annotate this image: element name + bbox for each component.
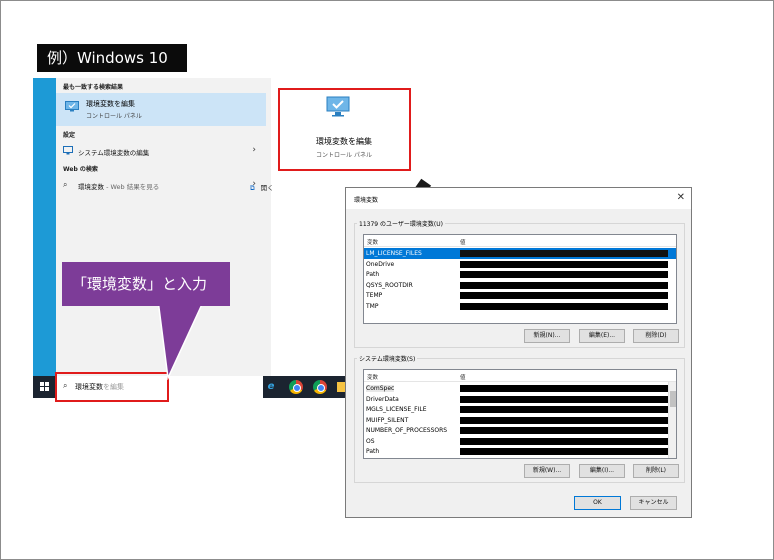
best-match-title: 環境変数を編集 (86, 100, 135, 108)
variable-value-redacted (460, 427, 668, 434)
variable-name: Path (366, 271, 380, 278)
web-result-query: 環境変数 (78, 183, 104, 191)
list-item[interactable]: TMP (364, 301, 676, 312)
web-result-suffix: - Web 結果を見る (104, 183, 160, 191)
variable-value-redacted (460, 448, 668, 455)
list-item[interactable]: TEMP (364, 290, 676, 301)
variable-value-redacted (460, 281, 668, 289)
variable-value-redacted (460, 395, 668, 403)
column-header-variable[interactable]: 変数 (367, 238, 378, 246)
monitor-settings-icon (63, 146, 73, 155)
list-item[interactable]: DriverData (364, 394, 676, 405)
user-variables-list[interactable]: 変数 値 LM_LICENSE_FILES OneDrive Path QSYS… (363, 234, 677, 324)
list-item[interactable]: MGLS_LICENSE_FILE (364, 404, 676, 415)
settings-result-label: システム環境変数の編集 (78, 149, 150, 157)
variable-name: DriverData (366, 395, 399, 403)
variable-name: Path (366, 448, 380, 455)
variable-value-redacted (460, 406, 668, 413)
cancel-button[interactable]: キャンセル (630, 496, 677, 510)
variable-name: MUIFP_SILENT (366, 416, 409, 424)
close-icon[interactable]: ✕ (677, 192, 685, 203)
web-search-header: Web の検索 (63, 166, 98, 173)
list-item[interactable]: ComSpec (364, 383, 676, 394)
list-item[interactable]: MUIFP_SILENT (364, 415, 676, 426)
system-edit-button[interactable]: 編集(I)... (579, 464, 625, 478)
windows-start-icon[interactable] (40, 382, 50, 392)
chevron-right-icon[interactable]: › (252, 145, 256, 155)
system-variables-list[interactable]: 変数 値 ComSpec DriverData MGLS_LICENSE_FIL… (363, 369, 677, 459)
system-variables-label: システム環境変数(S) (357, 354, 418, 363)
variable-name: TMP (366, 302, 379, 310)
column-header-variable[interactable]: 変数 (367, 373, 378, 381)
list-item[interactable]: OS (364, 436, 676, 447)
list-item[interactable]: Path (364, 269, 676, 280)
variable-value-redacted (460, 416, 668, 424)
system-delete-button[interactable]: 削除(L) (633, 464, 679, 478)
settings-header: 設定 (63, 132, 76, 139)
best-match-header: 最も一致する検索結果 (63, 84, 124, 91)
user-edit-button[interactable]: 編集(E)... (579, 329, 625, 343)
task-view-icon[interactable]: ⊞ (240, 380, 254, 394)
environment-variables-dialog: 環境変数 ✕ 11379 のユーザー環境変数(U) 変数 値 LM_LICENS… (345, 187, 692, 518)
variable-value-redacted (460, 250, 668, 257)
list-item[interactable]: LM_LICENSE_FILES (364, 248, 676, 259)
callout-pointer (157, 300, 205, 380)
variable-name: TEMP (366, 292, 383, 299)
search-icon: ⌕ (63, 180, 68, 189)
list-item[interactable]: OneDrive (364, 259, 676, 270)
list-item[interactable]: NUMBER_OF_PROCESSORS (364, 425, 676, 436)
chrome-icon[interactable] (313, 380, 327, 394)
column-header-value[interactable]: 値 (460, 238, 466, 246)
system-new-button[interactable]: 新規(W)... (524, 464, 570, 478)
accent-strip (33, 78, 56, 376)
column-header-value[interactable]: 値 (460, 373, 466, 381)
vertical-scrollbar[interactable] (668, 382, 676, 458)
list-item[interactable]: Path (364, 446, 676, 457)
instruction-callout: 「環境変数」と入力 (62, 262, 230, 306)
web-result-item[interactable]: ⌕ 環境変数 - Web 結果を見る › (56, 178, 266, 192)
dialog-title-bar: 環境変数 ✕ (346, 188, 691, 209)
scrollbar-thumb[interactable] (670, 391, 676, 407)
user-new-button[interactable]: 新規(N)... (524, 329, 570, 343)
open-action[interactable]: ⧉ 開く (250, 182, 274, 193)
variable-value-redacted (460, 385, 668, 392)
variable-name: NUMBER_OF_PROCESSORS (366, 427, 448, 434)
settings-result-item[interactable]: システム環境変数の編集 › (56, 144, 266, 158)
open-action-label: 開く (260, 184, 274, 192)
dialog-title: 環境変数 (354, 197, 379, 204)
open-window-icon: ⧉ (250, 184, 255, 192)
variable-name: ComSpec (366, 385, 395, 392)
variable-name: OneDrive (366, 260, 395, 268)
best-match-result[interactable]: 環境変数を編集 コントロール パネル (56, 93, 266, 126)
variable-value-redacted (460, 292, 668, 299)
variable-name: QSYS_ROOTDIR (366, 281, 413, 289)
ok-button[interactable]: OK (574, 496, 621, 510)
monitor-check-icon (65, 101, 79, 112)
chrome-icon[interactable] (289, 380, 303, 394)
user-delete-button[interactable]: 削除(D) (633, 329, 679, 343)
variable-value-redacted (460, 271, 668, 278)
user-variables-label: 11379 のユーザー環境変数(U) (357, 219, 445, 228)
variable-name: OS (366, 437, 375, 445)
edge-icon[interactable]: e (264, 380, 278, 394)
variable-name: LM_LICENSE_FILES (366, 250, 422, 257)
variable-value-redacted (460, 437, 668, 445)
best-match-subtitle: コントロール パネル (86, 113, 142, 120)
example-tag: 例）Windows 10 (37, 44, 187, 72)
highlight-preview (278, 88, 411, 171)
variable-value-redacted (460, 302, 668, 310)
variable-name: MGLS_LICENSE_FILE (366, 406, 427, 413)
web-result-label: 環境変数 - Web 結果を見る (78, 181, 159, 191)
variable-value-redacted (460, 260, 668, 268)
list-item[interactable]: QSYS_ROOTDIR (364, 280, 676, 291)
list-header: 変数 値 (364, 235, 676, 247)
list-header: 変数 値 (364, 370, 676, 382)
